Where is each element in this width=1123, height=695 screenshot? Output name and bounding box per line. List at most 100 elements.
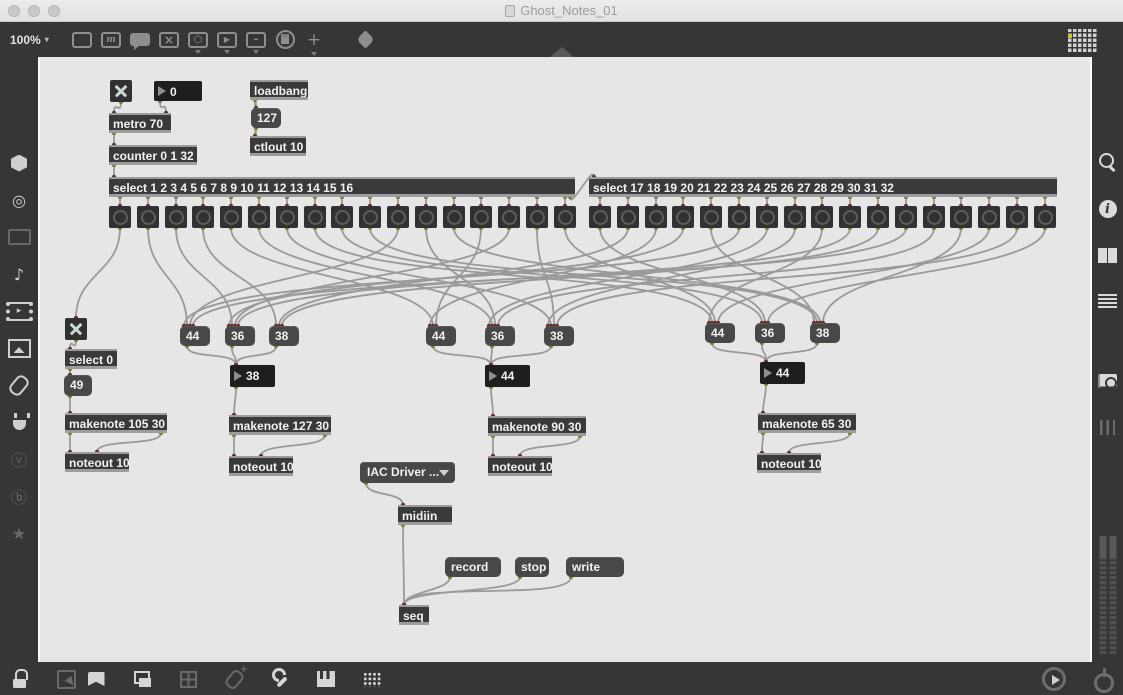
message-38-c[interactable]: 38 <box>544 326 574 346</box>
object-noteout-a[interactable]: noteout 10 <box>65 452 129 472</box>
object-midiin[interactable]: midiin <box>398 505 452 525</box>
object-seq[interactable]: seq <box>399 605 429 625</box>
message-44-c[interactable]: 44 <box>426 326 456 346</box>
lock-icon[interactable] <box>8 667 32 691</box>
object-ctlout[interactable]: ctlout 10 <box>250 136 306 156</box>
image-icon[interactable] <box>7 336 31 360</box>
message-36-d[interactable]: 36 <box>755 323 785 343</box>
number-box-icon[interactable]: – <box>246 31 266 48</box>
bang-button[interactable] <box>359 206 381 228</box>
keyboard-icon[interactable] <box>7 225 31 249</box>
bang-button[interactable] <box>192 206 214 228</box>
plus-icon[interactable]: + <box>304 30 324 50</box>
presentation-icon[interactable] <box>84 667 108 691</box>
umenu-midi-driver[interactable]: IAC Driver ... <box>360 462 455 483</box>
grid-icon[interactable] <box>176 667 200 691</box>
playbar-icon[interactable]: ▶ <box>217 31 237 48</box>
message-44-b[interactable]: 44 <box>180 326 210 346</box>
bang-button[interactable] <box>1006 206 1028 228</box>
object-metro[interactable]: metro 70 <box>109 113 171 133</box>
object-select-0[interactable]: select 0 <box>65 349 117 369</box>
bang-button[interactable] <box>1034 206 1056 228</box>
object-makenote-127[interactable]: makenote 127 30 <box>229 415 331 435</box>
bang-button[interactable] <box>331 206 353 228</box>
layers-icon[interactable] <box>130 667 154 691</box>
star-icon[interactable]: ★ <box>7 521 31 545</box>
panels-icon[interactable] <box>1096 243 1120 267</box>
bang-button[interactable] <box>672 206 694 228</box>
bang-button[interactable] <box>470 206 492 228</box>
bang-button[interactable] <box>867 206 889 228</box>
bang-button[interactable] <box>978 206 1000 228</box>
message-record[interactable]: record <box>445 557 501 577</box>
bang-button[interactable] <box>756 206 778 228</box>
wrench-icon[interactable] <box>268 667 292 691</box>
patch-canvas[interactable]: 0 metro 70 counter 0 1 32 loadbang 127 ctlout… <box>38 57 1092 662</box>
bang-button[interactable] <box>700 206 722 228</box>
mixer-icon[interactable] <box>1096 415 1120 439</box>
object-counter[interactable]: counter 0 1 32 <box>109 145 197 165</box>
object-loadbang[interactable]: loadbang <box>250 80 308 100</box>
bang-button[interactable] <box>839 206 861 228</box>
message-36-b[interactable]: 36 <box>225 326 255 346</box>
select-tool-icon[interactable] <box>54 667 78 691</box>
bang-button[interactable] <box>617 206 639 228</box>
object-box-icon[interactable] <box>72 31 92 48</box>
search-icon[interactable] <box>1096 151 1120 175</box>
run-button[interactable] <box>1041 666 1067 692</box>
message-38-b[interactable]: 38 <box>269 326 299 346</box>
bang-button[interactable] <box>784 206 806 228</box>
bang-button[interactable] <box>526 206 548 228</box>
rings-icon[interactable]: ◎ <box>7 188 31 212</box>
keypad-icon[interactable] <box>360 667 384 691</box>
message-49[interactable]: 49 <box>64 375 92 396</box>
number-d[interactable]: 44 <box>760 362 805 384</box>
audio-power-button[interactable] <box>1091 666 1117 693</box>
bang-button[interactable] <box>923 206 945 228</box>
message-44-d[interactable]: 44 <box>705 323 735 343</box>
bang-button[interactable] <box>554 206 576 228</box>
bang-button[interactable] <box>165 206 187 228</box>
number-b[interactable]: 38 <box>230 365 275 387</box>
object-noteout-c[interactable]: noteout 10 <box>488 456 552 476</box>
bang-button[interactable] <box>811 206 833 228</box>
bang-button[interactable] <box>895 206 917 228</box>
package-icon[interactable] <box>7 151 31 175</box>
bang-button[interactable] <box>728 206 750 228</box>
message-127[interactable]: 127 <box>251 108 281 128</box>
bang-button[interactable] <box>304 206 326 228</box>
bang-button[interactable] <box>645 206 667 228</box>
v-badge-icon[interactable]: ⓥ <box>7 447 31 471</box>
bang-button[interactable] <box>248 206 270 228</box>
list-icon[interactable] <box>1096 289 1120 313</box>
paint-bucket-icon[interactable] <box>355 32 375 48</box>
plug-icon[interactable] <box>7 410 31 434</box>
bang-button[interactable] <box>220 206 242 228</box>
camera-icon[interactable] <box>1096 369 1120 393</box>
piano-icon[interactable] <box>314 667 338 691</box>
bang-button[interactable] <box>498 206 520 228</box>
message-write[interactable]: write <box>566 557 624 577</box>
object-noteout-b[interactable]: noteout 10 <box>229 456 293 476</box>
object-palette-icon[interactable] <box>1068 29 1097 52</box>
message-36-c[interactable]: 36 <box>485 326 515 346</box>
zoom-control[interactable]: 100% ▾ <box>0 33 62 47</box>
number-c[interactable]: 44 <box>485 365 530 387</box>
object-makenote-105[interactable]: makenote 105 30 <box>65 413 167 433</box>
bang-button[interactable] <box>276 206 298 228</box>
toggle-icon[interactable]: × <box>159 31 179 48</box>
bang-button[interactable] <box>950 206 972 228</box>
object-select-1-16[interactable]: select 1 2 3 4 5 6 7 8 9 10 11 12 13 14 … <box>109 177 575 197</box>
bang-button[interactable] <box>443 206 465 228</box>
b-badge-icon[interactable]: ⓑ <box>7 484 31 508</box>
message-box-icon[interactable]: m <box>101 31 121 48</box>
toggle-ghost[interactable] <box>65 318 87 340</box>
note-icon[interactable]: ♪ <box>7 262 31 286</box>
bang-button[interactable] <box>415 206 437 228</box>
clip-plus-icon[interactable] <box>222 664 247 691</box>
number-rate[interactable]: 0 <box>154 81 202 101</box>
message-38-d[interactable]: 38 <box>810 323 840 343</box>
button-icon[interactable]: ○ <box>188 31 208 48</box>
bang-button[interactable] <box>137 206 159 228</box>
object-makenote-65[interactable]: makenote 65 30 <box>758 413 856 433</box>
